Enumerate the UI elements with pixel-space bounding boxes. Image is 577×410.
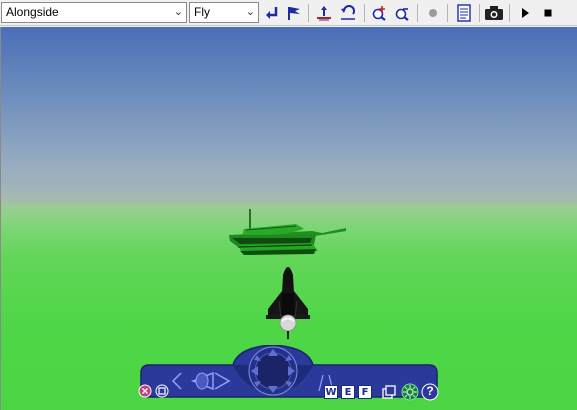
zoom-in-button[interactable] (369, 3, 389, 23)
record-button[interactable] (423, 3, 443, 23)
navigation-mode-value: Fly (194, 5, 210, 19)
zoom-out-button[interactable] (392, 3, 412, 23)
viewpoints-list-icon (457, 4, 471, 22)
zoom-in-icon (372, 6, 386, 21)
chevron-down-icon[interactable]: ⌄ (174, 3, 183, 22)
play-icon (522, 8, 529, 18)
close-navigator-button[interactable] (138, 384, 152, 398)
viewpoints-list-button[interactable] (454, 3, 474, 23)
viewpoint-select-value: Alongside (6, 5, 59, 19)
undo-move-icon (341, 5, 355, 20)
fly-mode-button[interactable]: F (358, 385, 372, 399)
snapshot-button[interactable] (484, 3, 504, 23)
copy-view-icon (382, 385, 396, 399)
return-button[interactable] (262, 3, 282, 23)
gear-icon (401, 383, 419, 401)
navigation-mode-select[interactable]: Fly ⌄ (189, 2, 259, 23)
restore-icon (155, 384, 169, 398)
toolbar: Alongside ⌄ Fly ⌄ (0, 0, 577, 26)
3d-viewport[interactable]: W E F ? (0, 27, 577, 410)
jet-model[interactable] (263, 261, 313, 341)
sky-background (1, 27, 577, 205)
chevron-down-icon[interactable]: ⌄ (246, 3, 255, 22)
stop-button[interactable] (538, 3, 558, 23)
help-button[interactable]: ? (421, 383, 439, 401)
record-dot-icon (429, 9, 437, 17)
headlight-button[interactable] (401, 383, 419, 401)
viewpoint-select[interactable]: Alongside ⌄ (1, 2, 187, 23)
snapshot-icon (485, 6, 503, 20)
help-label: ? (426, 384, 434, 398)
close-icon (138, 384, 152, 398)
return-icon (266, 7, 278, 19)
vrml-browser-window: Alongside ⌄ Fly ⌄ W E F ? (0, 0, 577, 410)
flag-icon (288, 7, 300, 20)
undo-move-button[interactable] (338, 3, 358, 23)
navigation-dashboard (140, 345, 438, 398)
flag-button[interactable] (284, 3, 304, 23)
play-button[interactable] (515, 3, 535, 23)
examine-mode-button[interactable]: E (341, 385, 355, 399)
viewpoints-button[interactable] (381, 384, 397, 400)
straighten-icon (317, 6, 331, 21)
restore-navigator-button[interactable] (155, 384, 169, 398)
walk-mode-button[interactable]: W (324, 385, 338, 399)
tank-model[interactable] (226, 207, 351, 257)
stop-icon (544, 9, 552, 17)
zoom-out-icon (395, 8, 409, 21)
straighten-button[interactable] (314, 3, 334, 23)
